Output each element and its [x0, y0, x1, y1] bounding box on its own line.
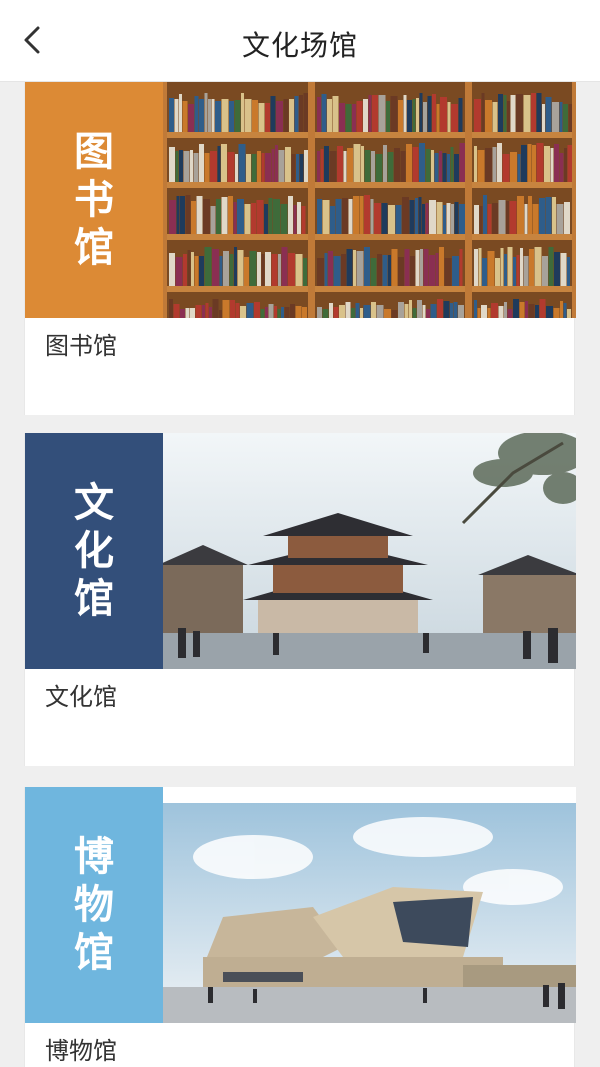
modern-museum-photo [163, 787, 576, 1023]
venue-tag: 图 书 馆 [25, 82, 163, 318]
tag-char: 馆 [74, 929, 114, 976]
venue-banner: 文 化 馆 [25, 433, 576, 669]
tag-char: 图 [74, 128, 114, 175]
venue-card-museum[interactable]: 博 物 馆 博物馆 [24, 787, 576, 1067]
top-nav-bar: 文化场馆 [0, 0, 600, 82]
venue-banner: 图 书 馆 [25, 82, 576, 318]
venue-tag: 文 化 馆 [25, 433, 163, 669]
tag-char: 文 [74, 479, 114, 526]
tag-char: 物 [74, 881, 114, 928]
venue-list: 图 书 馆 图书馆 文 化 馆 文化馆 博 物 馆 博物馆 [0, 82, 600, 1067]
tag-char: 书 [74, 176, 114, 223]
tag-char: 馆 [74, 224, 114, 271]
page-title: 文化场馆 [241, 29, 358, 62]
tag-char: 博 [74, 833, 114, 880]
venue-name: 图书馆 [45, 332, 117, 360]
tag-char: 馆 [74, 575, 114, 622]
venue-card-library[interactable]: 图 书 馆 图书馆 [24, 82, 576, 415]
tag-char: 化 [74, 527, 114, 574]
traditional-building-photo [163, 433, 576, 669]
venue-banner: 博 物 馆 [25, 787, 576, 1023]
venue-card-cultural-center[interactable]: 文 化 馆 文化馆 [24, 433, 576, 766]
venue-name: 文化馆 [45, 683, 117, 711]
venue-tag: 博 物 馆 [25, 787, 163, 1023]
bookshelves-photo [163, 82, 576, 318]
venue-name: 博物馆 [45, 1037, 117, 1065]
